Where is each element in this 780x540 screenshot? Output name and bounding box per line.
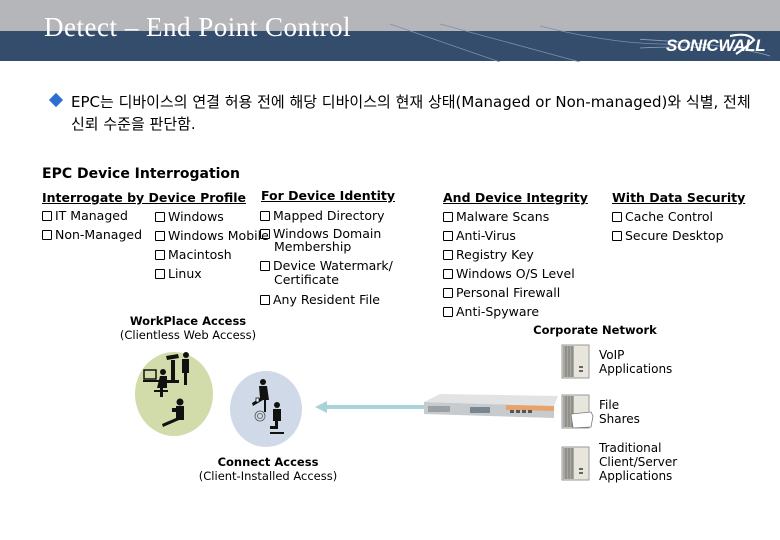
device-integrity-list: Malware Scans Anti-Virus Registry Key Wi… [443, 207, 575, 321]
list-item: Registry Key [443, 245, 575, 264]
list-item: Cache Control [612, 207, 724, 226]
page-title: Detect – End Point Control [44, 12, 351, 42]
server-label-file-shares: File Shares [599, 398, 640, 426]
checkbox-icon [260, 295, 270, 305]
connection-arrow [315, 401, 425, 413]
device-profile-list-right: Windows Windows Mobile Macintosh Linux [155, 207, 269, 283]
checkbox-icon [612, 212, 622, 222]
intro-text: EPC는 디바이스의 연결 허용 전에 해당 디바이스의 현재 상태(Manag… [71, 93, 751, 133]
list-item: Windows [155, 207, 269, 226]
arrow-head-icon [315, 401, 327, 413]
header-lines [389, 23, 681, 62]
list-item: Anti-Virus [443, 226, 575, 245]
connect-users-illustration [230, 371, 302, 447]
list-item: Mapped Directory [260, 206, 424, 225]
checkbox-icon [260, 211, 270, 221]
checkbox-icon [42, 211, 52, 221]
column-heading-device-identity: For Device Identity [261, 188, 396, 203]
list-item: Windows O/S Level [443, 264, 575, 283]
workplace-users-illustration [135, 352, 213, 436]
list-item: Windows Domain Membership [260, 227, 414, 253]
list-item: Windows Mobile [155, 226, 269, 245]
workplace-access-subtitle: (Clientless Web Access) [119, 328, 257, 342]
list-item: Non-Managed [42, 225, 142, 244]
logo-swoosh-icon [730, 33, 756, 55]
list-item: Any Resident File [260, 290, 424, 309]
list-item: Device Watermark/ Certificate [260, 259, 424, 287]
file-server-icon [561, 394, 594, 429]
checkbox-icon [443, 269, 453, 279]
folder-icon [570, 411, 594, 429]
sonicwall-appliance [424, 394, 558, 418]
device-profile-list-left: IT Managed Non-Managed [42, 206, 142, 244]
checkbox-icon [260, 229, 270, 239]
voip-server-icon [561, 344, 590, 379]
list-item: Macintosh [155, 245, 269, 264]
connect-access-title: Connect Access [217, 455, 319, 469]
column-heading-data-security: With Data Security [612, 190, 746, 205]
workplace-access-title: WorkPlace Access [129, 314, 247, 328]
checkbox-icon [155, 269, 165, 279]
checkbox-icon [443, 288, 453, 298]
checkbox-icon [443, 231, 453, 241]
checkbox-icon [443, 250, 453, 260]
connect-access-subtitle: (Client-Installed Access) [198, 469, 338, 483]
data-security-list: Cache Control Secure Desktop [612, 207, 724, 245]
list-item: Malware Scans [443, 207, 575, 226]
column-heading-device-integrity: And Device Integrity [443, 190, 588, 205]
checkbox-icon [155, 212, 165, 222]
client-server-icon [561, 446, 590, 481]
diagram-title: EPC Device Interrogation [42, 166, 241, 182]
checkbox-icon [155, 231, 165, 241]
checkbox-icon [443, 212, 453, 222]
list-item: Secure Desktop [612, 226, 724, 245]
corporate-network-label: Corporate Network [533, 323, 657, 337]
device-identity-list: Mapped Directory Windows Domain Membersh… [260, 206, 424, 309]
checkbox-icon [42, 230, 52, 240]
diamond-bullet-icon [48, 92, 64, 108]
list-item: Anti-Spyware [443, 302, 575, 321]
server-label-client-server: Traditional Client/Server Applications [599, 441, 678, 483]
checkbox-icon [260, 261, 270, 271]
server-label-voip: VoIP Applications [599, 348, 673, 376]
list-item: Personal Firewall [443, 283, 575, 302]
list-item: Linux [155, 264, 269, 283]
checkbox-icon [443, 307, 453, 317]
checkbox-icon [155, 250, 165, 260]
checkbox-icon [612, 231, 622, 241]
column-heading-device-profile: Interrogate by Device Profile [42, 190, 247, 205]
list-item: IT Managed [42, 206, 142, 225]
